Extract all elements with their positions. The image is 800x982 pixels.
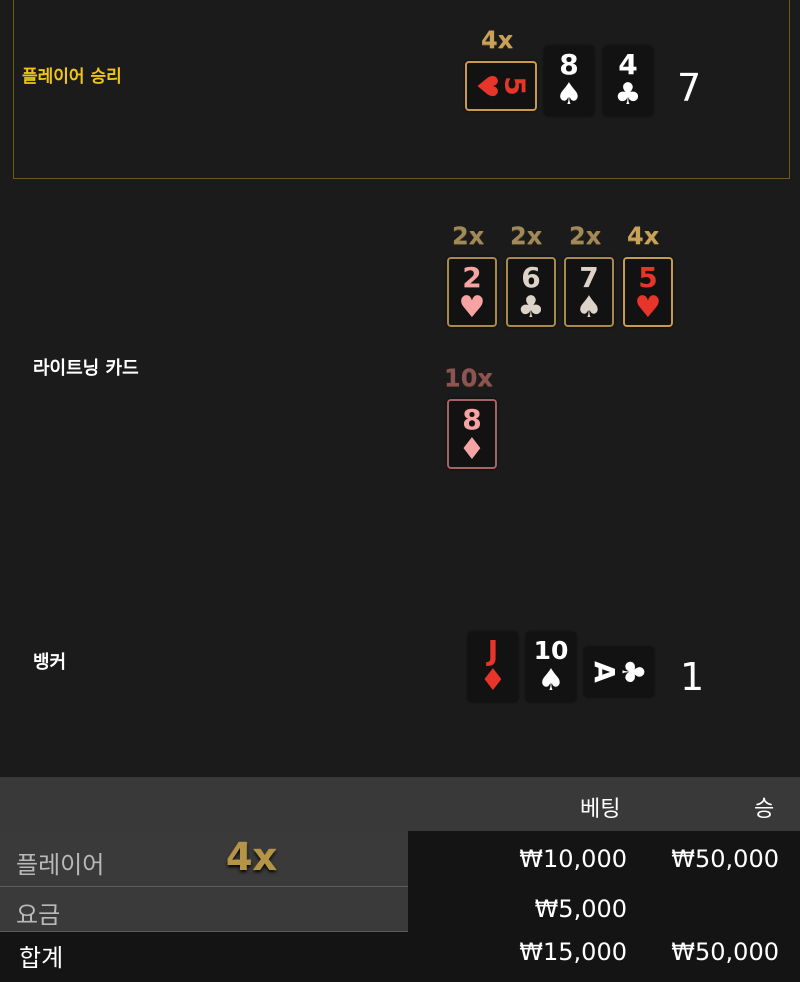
lightning-card: 6 ♣ [506, 257, 556, 327]
diamond-icon: ♦ [479, 663, 507, 698]
heart-icon: ♥ [634, 290, 662, 325]
spade-icon: ♠ [555, 77, 583, 112]
player-result-panel [13, 0, 790, 179]
win-amount: ₩50,000 [671, 938, 779, 966]
bet-amount: ₩5,000 [534, 895, 627, 923]
player-card-2: 8 ♠ [544, 46, 594, 116]
bet-amount: ₩10,000 [519, 845, 627, 873]
bet-summary-table: 베팅 승 플레이어 4x ₩10,000 ₩50,000 요금 ₩5,000 합… [0, 777, 800, 982]
row-label: 플레이어 [16, 851, 105, 879]
lightning-card: 2 ♥ [447, 257, 497, 327]
table-row-total: 합계 ₩15,000 ₩50,000 [0, 932, 800, 982]
card-rank: 7 [579, 261, 599, 294]
banker-card-1: J ♦ [468, 632, 518, 702]
lightning-card: 7 ♠ [564, 257, 614, 327]
player-card-3: 4 ♣ [603, 46, 653, 116]
banker-card-3: A ♣ [584, 647, 654, 697]
card-rank: 8 [559, 48, 579, 81]
player-score: 7 [677, 66, 702, 110]
table-row: 요금 ₩5,000 [0, 887, 800, 932]
card-rank: 4 [618, 48, 638, 81]
club-icon: ♣ [614, 77, 642, 112]
row-label: 요금 [16, 901, 61, 929]
card-rank: 5 [498, 76, 532, 96]
card-rank: 6 [521, 261, 541, 294]
lightning-multiplier: 10x [444, 364, 493, 392]
table-header: 베팅 승 [0, 777, 800, 831]
card-rank: 10 [533, 636, 569, 665]
spade-icon: ♠ [575, 290, 603, 325]
club-icon: ♣ [517, 290, 545, 325]
table-row: 플레이어 4x ₩10,000 ₩50,000 [0, 831, 800, 887]
bet-column-header: 베팅 [580, 797, 621, 822]
spade-icon: ♠ [537, 663, 565, 698]
payout-multiplier: 4x [226, 835, 277, 879]
player-card-multiplier: 4x [481, 26, 514, 54]
banker-card-2: 10 ♠ [526, 632, 576, 702]
club-icon: ♣ [614, 658, 650, 686]
player-win-label: 플레이어 승리 [22, 67, 122, 87]
lightning-card: 8 ♦ [447, 399, 497, 469]
card-rank: 8 [462, 403, 482, 436]
lightning-multiplier: 2x [569, 222, 602, 250]
lightning-cards-label: 라이트닝 카드 [33, 358, 139, 379]
row-label: 합계 [19, 944, 64, 972]
lightning-multiplier: 2x [452, 222, 485, 250]
player-card-1: ♥ 5 [465, 61, 537, 111]
banker-score: 1 [680, 655, 705, 699]
lightning-multiplier: 2x [510, 222, 543, 250]
lightning-card: 5 ♥ [623, 257, 673, 327]
bet-amount: ₩15,000 [519, 938, 627, 966]
lightning-multiplier: 4x [627, 222, 660, 250]
banker-label: 뱅커 [33, 652, 67, 673]
card-rank: 5 [638, 261, 658, 294]
heart-icon: ♥ [458, 290, 486, 325]
diamond-icon: ♦ [458, 432, 486, 467]
card-rank: J [487, 634, 499, 667]
card-rank: 2 [462, 261, 482, 294]
heart-icon: ♥ [470, 73, 504, 99]
win-column-header: 승 [754, 797, 775, 822]
win-amount: ₩50,000 [671, 845, 779, 873]
